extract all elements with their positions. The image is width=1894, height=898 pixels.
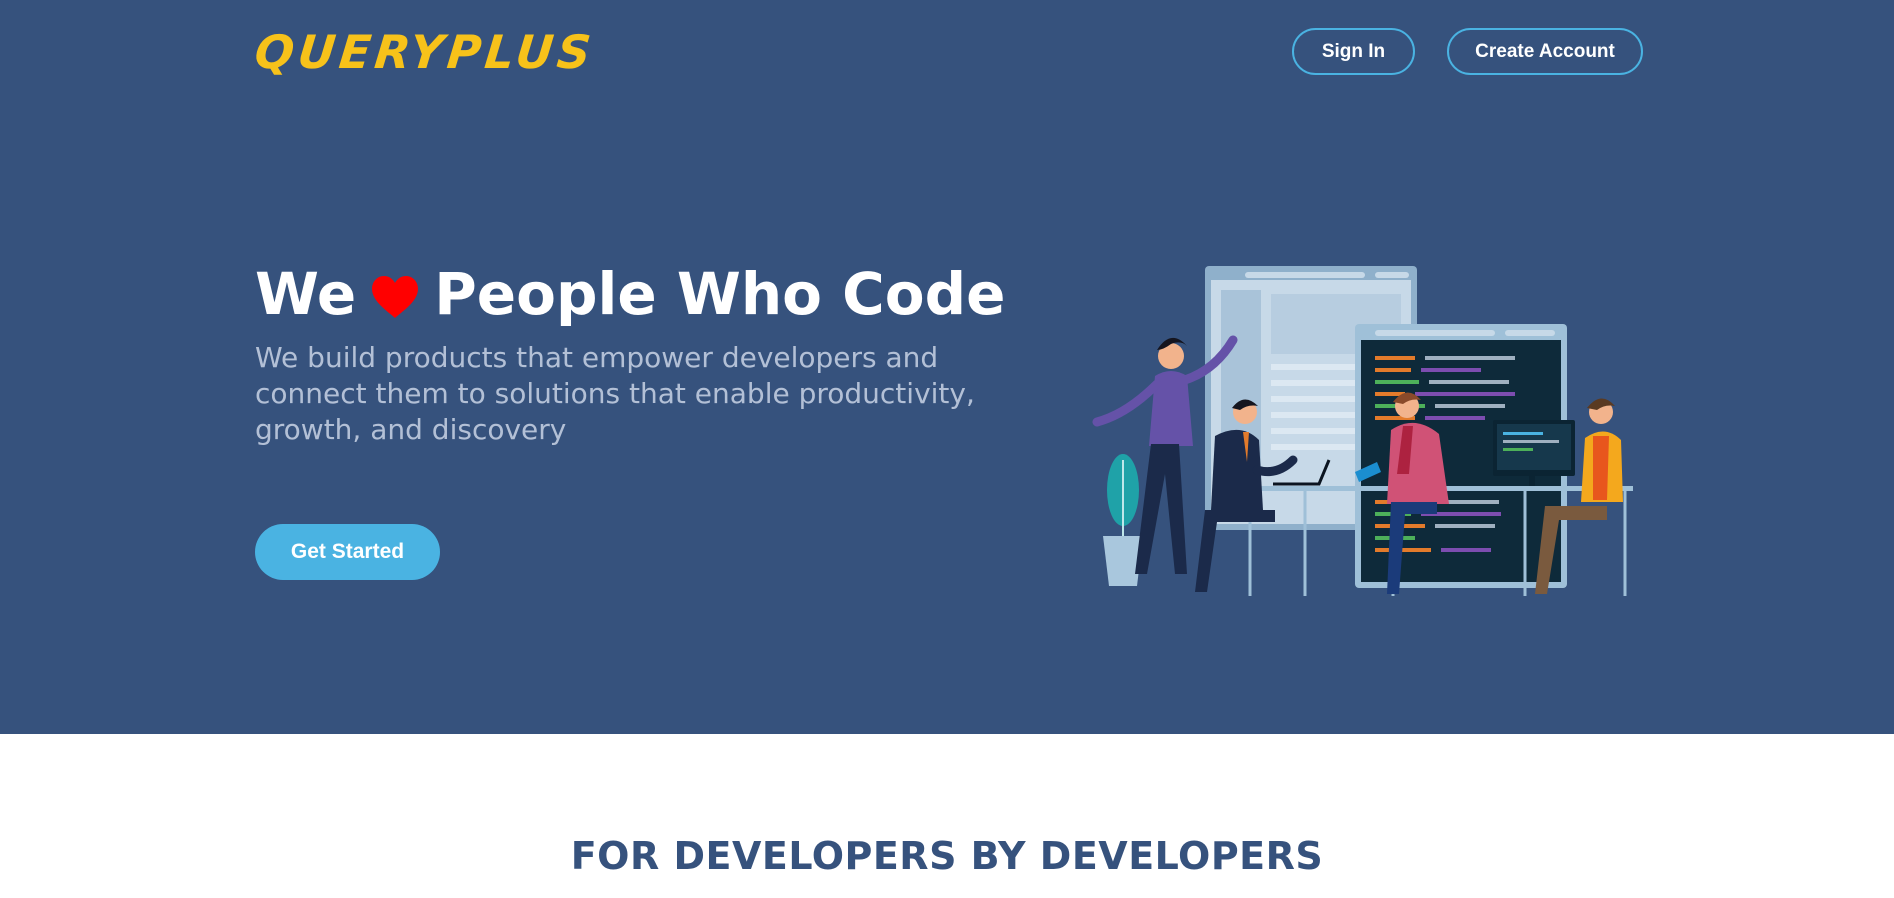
- section-title: FOR DEVELOPERS BY DEVELOPERS: [570, 834, 1324, 878]
- hero-headline: We People Who Code: [255, 258, 1005, 330]
- logo[interactable]: QUERYPLUS: [252, 22, 598, 82]
- hero-subtext: We build products that empower developer…: [255, 341, 975, 446]
- headline-suffix: People Who Code: [434, 260, 1006, 328]
- create-account-button[interactable]: Create Account: [1447, 28, 1643, 75]
- heart-icon: [372, 276, 419, 318]
- get-started-button[interactable]: Get Started: [255, 524, 440, 580]
- developers-team-illustration: [1092, 266, 1633, 596]
- headline-prefix: We: [255, 260, 357, 328]
- hero-section: QUERYPLUS Sign In Create Account We Peop…: [0, 0, 1894, 734]
- sign-in-button[interactable]: Sign In: [1292, 28, 1415, 75]
